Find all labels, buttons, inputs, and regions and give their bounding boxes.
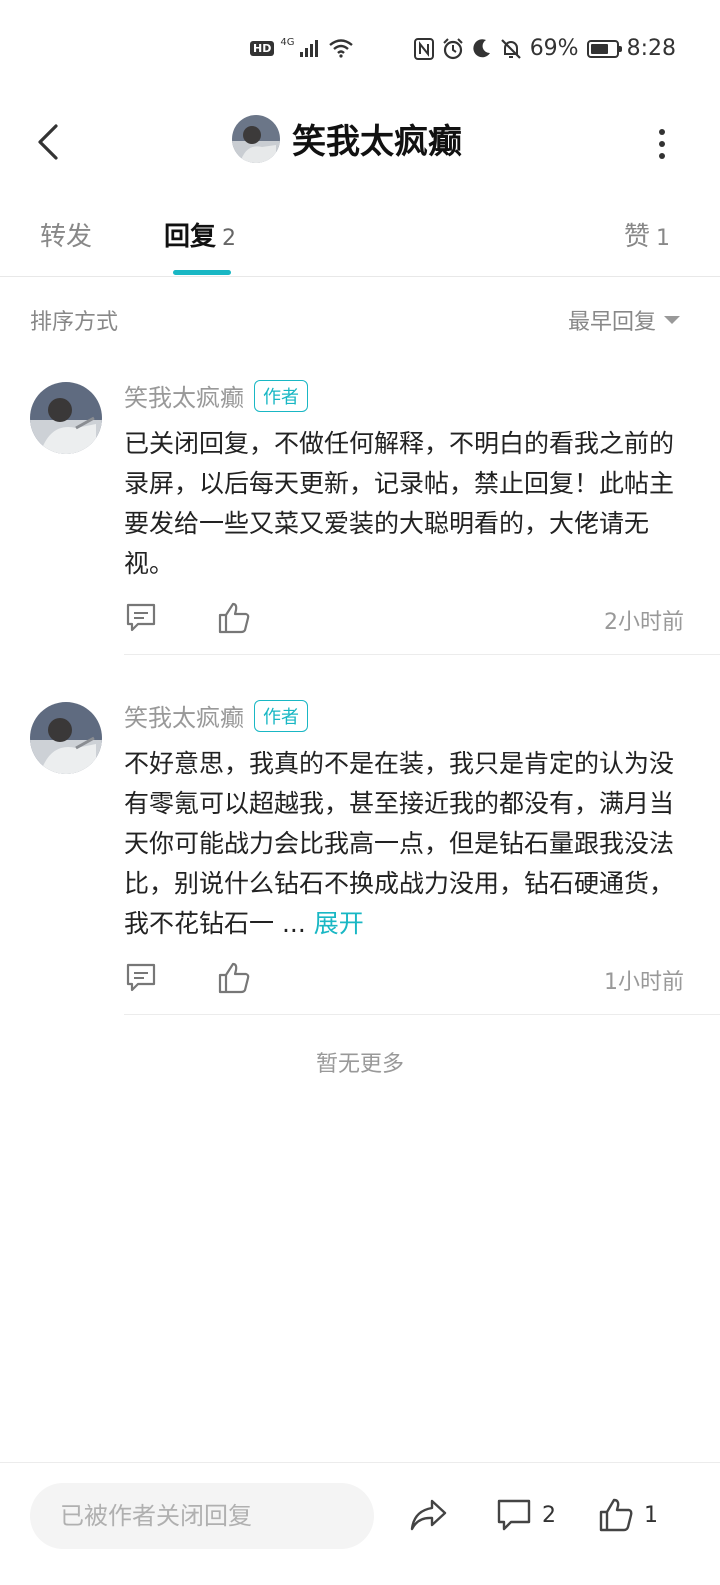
avatar[interactable] — [232, 114, 280, 163]
tab-likes[interactable]: 赞1 — [624, 216, 670, 253]
reply-author-row: 笑我太疯癫 作者 — [124, 698, 308, 733]
more-vertical-icon — [659, 129, 665, 135]
reply-timestamp: 1小时前 — [604, 970, 684, 995]
battery-percent: 69% — [529, 36, 579, 61]
like-button[interactable]: 1 — [598, 1497, 658, 1533]
reply-author-name[interactable]: 笑我太疯癫 — [124, 378, 244, 413]
tab-likes-label: 赞 — [624, 222, 651, 252]
author-badge: 作者 — [254, 699, 308, 732]
tab-forward-label: 转发 — [40, 222, 93, 252]
sort-label: 排序方式 — [30, 310, 119, 335]
divider — [124, 1014, 720, 1015]
system-indicators: 69% 8:28 — [413, 36, 676, 61]
sort-value: 最早回复 — [567, 310, 656, 335]
status-bar: HD 4G 69% 8:28 — [0, 0, 720, 104]
thumbs-up-icon[interactable] — [216, 600, 252, 636]
post-tabs: 转发 回复 2 赞1 — [0, 196, 720, 277]
bell-muted-icon — [500, 38, 521, 59]
comment-count: 2 — [542, 1502, 556, 1528]
reply-actions: 2小时前 — [124, 600, 684, 640]
reply-author-name[interactable]: 笑我太疯癫 — [124, 698, 244, 733]
chevron-left-icon — [38, 124, 58, 160]
signal-icon — [300, 40, 319, 57]
like-count: 1 — [644, 1502, 658, 1528]
divider — [124, 654, 720, 655]
page-title: 笑我太疯癫 — [292, 122, 462, 162]
reply-item: 笑我太疯癫 作者 已关闭回复，不做任何解释，不明白的看我之前的录屏，以后每天更新… — [0, 378, 720, 658]
active-tab-indicator — [173, 270, 231, 275]
moon-icon — [473, 38, 490, 57]
bottom-action-bar: 已被作者关闭回复 2 1 — [0, 1462, 720, 1585]
reply-timestamp: 2小时前 — [604, 610, 684, 635]
wifi-icon — [329, 39, 354, 58]
comment-button[interactable]: 2 — [496, 1497, 556, 1533]
post-author-header[interactable]: 笑我太疯癫 — [232, 114, 462, 163]
reply-item: 笑我太疯癫 作者 不好意思，我真的不是在装，我只是肯定的认为没有零氪可以超越我，… — [0, 698, 720, 1018]
sort-dropdown[interactable]: 最早回复 — [568, 304, 680, 336]
tab-forward[interactable]: 转发 — [40, 216, 92, 253]
avatar[interactable] — [30, 702, 102, 774]
tab-replies-label: 回复 — [164, 222, 217, 252]
thumbs-up-icon[interactable] — [216, 960, 252, 996]
tab-likes-count: 1 — [656, 226, 671, 251]
comment-icon[interactable] — [124, 960, 160, 996]
reply-author-row: 笑我太疯癫 作者 — [124, 378, 308, 413]
reply-text: 已关闭回复，不做任何解释，不明白的看我之前的录屏，以后每天更新，记录帖，禁止回复… — [124, 429, 675, 578]
tab-replies[interactable]: 回复 2 — [164, 216, 236, 253]
sort-row: 排序方式 最早回复 — [0, 296, 720, 340]
battery-icon — [586, 39, 622, 58]
top-nav: 笑我太疯癫 — [0, 104, 720, 184]
back-button[interactable] — [30, 122, 66, 162]
tab-replies-count: 2 — [222, 226, 237, 251]
network-indicators: HD 4G — [250, 36, 354, 58]
reply-input-disabled[interactable]: 已被作者关闭回复 — [30, 1483, 374, 1549]
nfc-icon — [413, 37, 434, 60]
clock: 8:28 — [626, 36, 676, 61]
end-of-list-text: 暂无更多 — [315, 1052, 404, 1077]
more-options-button[interactable] — [652, 124, 672, 164]
avatar[interactable] — [30, 382, 102, 454]
comment-icon[interactable] — [124, 600, 160, 636]
reply-text: 不好意思，我真的不是在装，我只是肯定的认为没有零氪可以超越我，甚至接近我的都没有… — [124, 749, 675, 938]
share-button[interactable] — [408, 1497, 448, 1533]
caret-down-icon — [664, 316, 680, 324]
hd-icon: HD — [250, 40, 275, 56]
thumbs-up-icon — [599, 1498, 633, 1532]
network-type: 4G — [280, 36, 295, 48]
comment-icon — [497, 1499, 531, 1531]
alarm-icon — [442, 37, 463, 59]
share-icon — [410, 1499, 447, 1531]
expand-link[interactable]: 展开 — [314, 909, 364, 938]
reply-actions: 1小时前 — [124, 960, 684, 1000]
author-badge: 作者 — [254, 379, 308, 412]
